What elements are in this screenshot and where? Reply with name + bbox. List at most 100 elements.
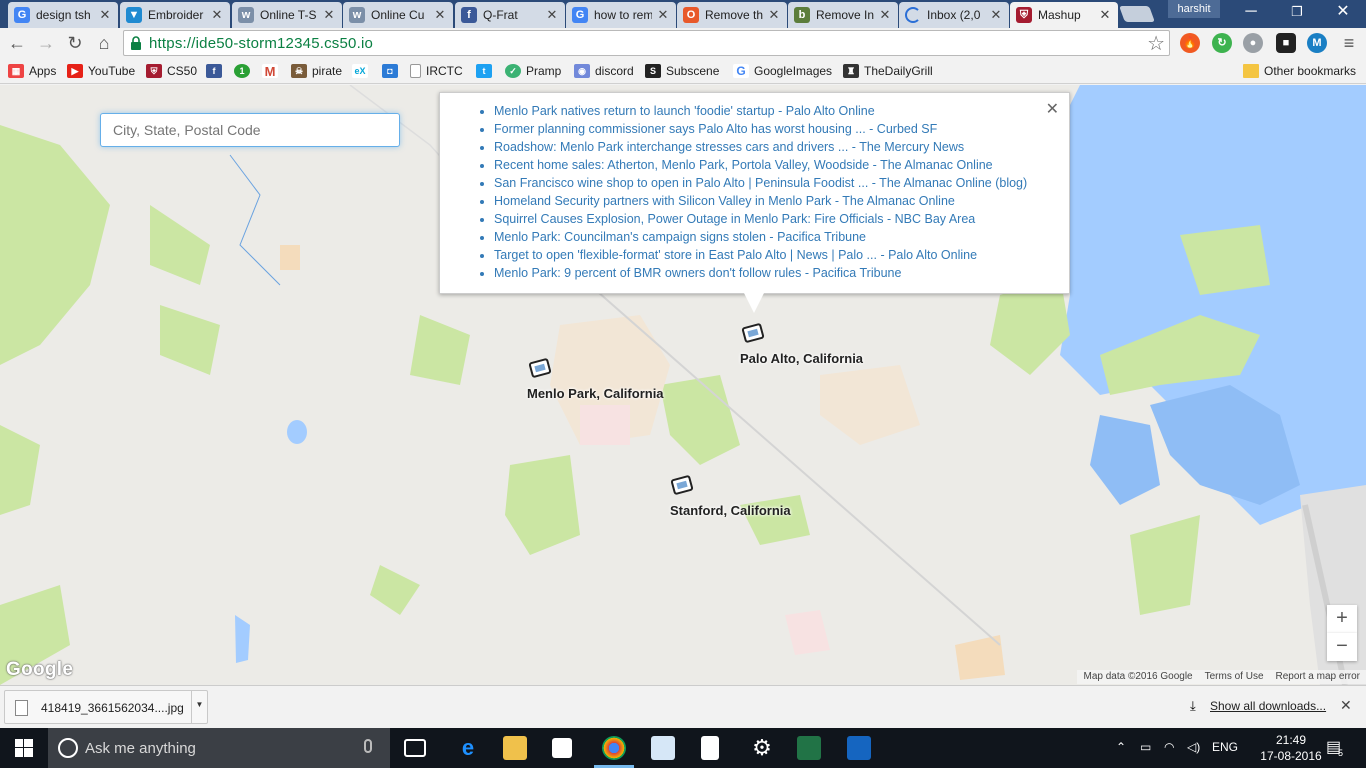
file-explorer-icon[interactable] xyxy=(503,736,527,760)
terms-of-use-link[interactable]: Terms of Use xyxy=(1205,670,1264,684)
facebook-icon: f xyxy=(461,7,477,23)
tab-remove-in[interactable]: b Remove In ✕ xyxy=(788,2,898,28)
bookmark-pirate[interactable]: ☠ pirate xyxy=(291,62,342,80)
windows-start-icon[interactable] xyxy=(15,739,33,757)
m-extension-icon[interactable]: M xyxy=(1307,33,1327,53)
close-icon[interactable]: ✕ xyxy=(433,7,447,23)
tab-inbox[interactable]: Inbox (2,0 ✕ xyxy=(899,2,1009,28)
bookmark-edx[interactable]: eX xyxy=(352,62,373,80)
menu-icon[interactable]: ≡ xyxy=(1338,32,1360,54)
store-icon[interactable] xyxy=(552,738,572,758)
grey-extension-icon[interactable]: ● xyxy=(1243,33,1263,53)
bookmark-irctc[interactable]: IRCTC xyxy=(410,62,463,80)
bookmark-gmail[interactable]: M xyxy=(262,62,283,80)
bookmark-cs50[interactable]: ⛨ CS50 xyxy=(146,62,197,80)
close-icon[interactable]: ✕ xyxy=(210,7,224,23)
news-item-link[interactable]: Squirrel Causes Explosion, Power Outage … xyxy=(494,210,1027,228)
show-hidden-icons-icon[interactable]: ⌃ xyxy=(1116,740,1126,754)
tab-how-to-remove[interactable]: G how to rem ✕ xyxy=(566,2,676,28)
news-item-link[interactable]: Target to open 'flexible-format' store i… xyxy=(494,246,1027,264)
bookmark-pramp[interactable]: ✓ Pramp xyxy=(505,62,561,80)
bookmark-youtube[interactable]: ▶ YouTube xyxy=(67,62,135,80)
address-bar[interactable]: https://ide50-storm12345.cs50.io ☆ xyxy=(123,30,1170,56)
green-arrow-extension-icon[interactable]: ↻ xyxy=(1212,33,1232,53)
news-item-link[interactable]: Recent home sales: Atherton, Menlo Park,… xyxy=(494,156,1027,174)
back-button[interactable]: ← xyxy=(6,32,28,54)
close-icon[interactable]: ✕ xyxy=(1098,7,1112,23)
close-icon[interactable]: ✕ xyxy=(989,7,1003,23)
spreadsheet-app-icon[interactable] xyxy=(797,736,821,760)
map-canvas[interactable]: Menlo Park natives return to launch 'foo… xyxy=(0,85,1366,685)
bookmark-saved[interactable]: ◘ xyxy=(382,62,403,80)
close-icon[interactable]: ✕ xyxy=(322,7,336,23)
reload-button[interactable]: ↻ xyxy=(64,32,86,54)
system-clock[interactable]: 21:49 17-08-2016 xyxy=(1256,732,1326,764)
contacts-app-icon[interactable] xyxy=(651,736,675,760)
bookmark-thedailygrill[interactable]: ♜ TheDailyGrill xyxy=(843,62,933,80)
news-item-link[interactable]: San Francisco wine shop to open in Palo … xyxy=(494,174,1027,192)
microphone-icon[interactable] xyxy=(364,739,372,753)
report-map-error-link[interactable]: Report a map error xyxy=(1276,670,1360,684)
forward-button[interactable]: → xyxy=(35,32,57,54)
download-item[interactable]: 418419_3661562034....jpg ▼ xyxy=(4,690,208,724)
download-bar-close-icon[interactable]: ✕ xyxy=(1340,697,1352,714)
marker-label: Menlo Park, California xyxy=(527,386,664,401)
bookmark-facebook[interactable]: f xyxy=(206,62,227,80)
tab-online-tshirt[interactable]: w Online T-S ✕ xyxy=(232,2,342,28)
battery-icon[interactable]: ▭ xyxy=(1140,740,1151,754)
chrome-icon[interactable] xyxy=(602,736,626,760)
calculator-icon[interactable] xyxy=(701,736,719,760)
newspaper-marker-icon[interactable] xyxy=(670,473,694,497)
bookmark-discord[interactable]: ◉ discord xyxy=(574,62,634,80)
close-icon[interactable]: ✕ xyxy=(767,7,781,23)
bookmark-apps[interactable]: ▦ Apps xyxy=(8,62,56,80)
tab-remove-the[interactable]: O Remove th ✕ xyxy=(677,2,787,28)
info-window-close-icon[interactable]: ✕ xyxy=(1046,99,1059,119)
settings-gear-icon[interactable]: ⚙ xyxy=(750,736,774,760)
window-close-button[interactable]: ✕ xyxy=(1320,0,1366,26)
fire-extension-icon[interactable]: 🔥 xyxy=(1180,33,1200,53)
minimize-button[interactable]: ─ xyxy=(1228,0,1274,26)
close-icon[interactable]: ✕ xyxy=(545,7,559,23)
home-button[interactable]: ⌂ xyxy=(93,32,115,54)
new-tab-button[interactable] xyxy=(1119,6,1155,22)
zoom-out-button[interactable]: − xyxy=(1327,633,1357,661)
tab-embroidery[interactable]: ▼ Embroider ✕ xyxy=(120,2,230,28)
news-item-link[interactable]: Former planning commissioner says Palo A… xyxy=(494,120,1027,138)
bookmark-one[interactable]: 1 xyxy=(234,62,255,80)
task-view-icon[interactable] xyxy=(404,739,426,757)
park xyxy=(160,305,220,375)
profile-button[interactable]: harshit xyxy=(1168,0,1220,18)
tab-q-frat[interactable]: f Q-Frat ✕ xyxy=(455,2,565,28)
close-icon[interactable]: ✕ xyxy=(98,7,112,23)
download-menu-arrow-icon[interactable]: ▼ xyxy=(191,691,207,723)
news-item-link[interactable]: Homeland Security partners with Silicon … xyxy=(494,192,1027,210)
newspaper-marker-icon[interactable] xyxy=(741,321,765,345)
newspaper-marker-icon[interactable] xyxy=(528,356,552,380)
other-bookmarks[interactable]: Other bookmarks xyxy=(1243,62,1356,80)
close-icon[interactable]: ✕ xyxy=(656,7,670,23)
wifi-icon[interactable]: ◠ xyxy=(1164,740,1174,754)
bookmark-twitter[interactable]: t xyxy=(476,62,497,80)
location-search-input[interactable] xyxy=(100,113,400,147)
bookmark-subscene[interactable]: S Subscene xyxy=(645,62,719,80)
tab-mashup[interactable]: ⛨ Mashup ✕ xyxy=(1010,2,1118,28)
news-item-link[interactable]: Menlo Park natives return to launch 'foo… xyxy=(494,102,1027,120)
close-icon[interactable]: ✕ xyxy=(878,7,892,23)
show-all-downloads-link[interactable]: Show all downloads... xyxy=(1210,699,1326,713)
extension-badge-icon[interactable]: ■ xyxy=(1276,33,1296,53)
edge-icon[interactable]: e xyxy=(456,736,480,760)
restore-button[interactable]: ❐ xyxy=(1274,0,1320,26)
tab-design-tshirt[interactable]: G design tsh ✕ xyxy=(8,2,118,28)
bookmark-star-icon[interactable]: ☆ xyxy=(1147,31,1165,56)
news-item-link[interactable]: Menlo Park: 9 percent of BMR owners don'… xyxy=(494,264,1027,282)
volume-icon[interactable]: ◁) xyxy=(1187,740,1200,754)
news-item-link[interactable]: Roadshow: Menlo Park interchange stresse… xyxy=(494,138,1027,156)
tab-online-custom[interactable]: w Online Cu ✕ xyxy=(343,2,453,28)
bookmark-googleimages[interactable]: G GoogleImages xyxy=(733,62,832,80)
language-indicator[interactable]: ENG xyxy=(1212,740,1238,754)
mail-app-icon[interactable] xyxy=(847,736,871,760)
cortana-search-box[interactable]: Ask me anything xyxy=(48,728,390,768)
news-item-link[interactable]: Menlo Park: Councilman's campaign signs … xyxy=(494,228,1027,246)
zoom-in-button[interactable]: + xyxy=(1327,605,1357,633)
